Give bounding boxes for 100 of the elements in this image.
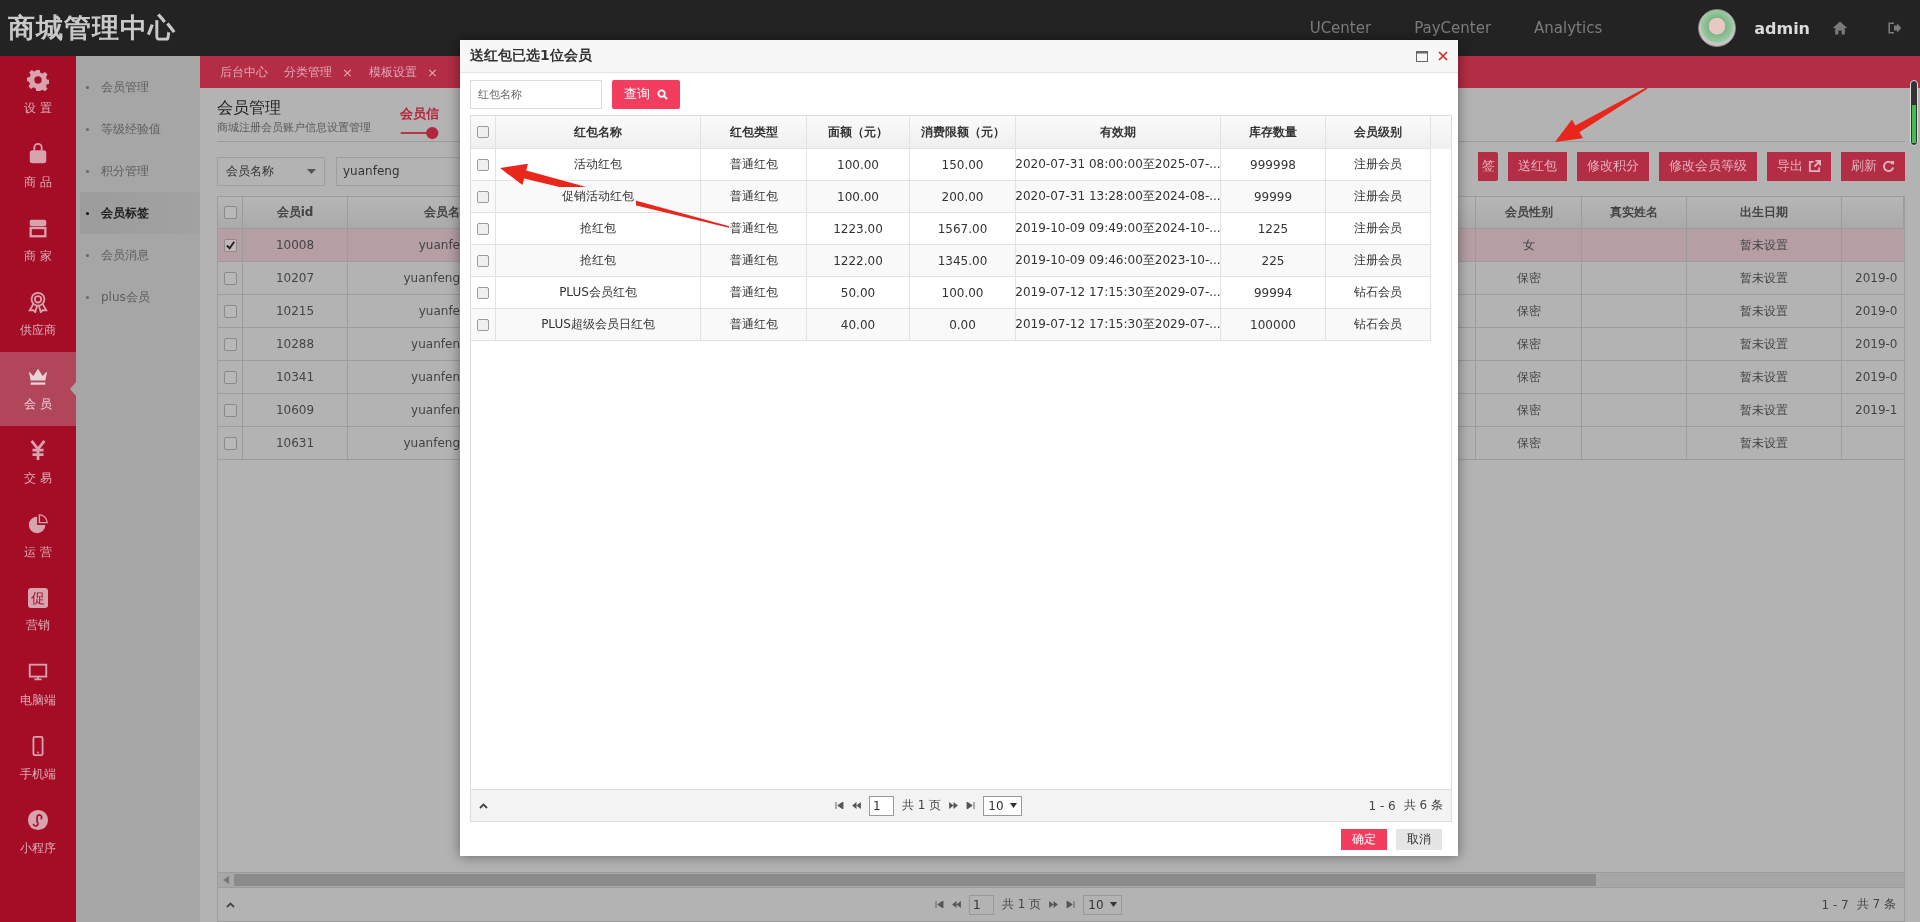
- page-tab[interactable]: 后台中心: [220, 63, 268, 81]
- shopping-bag-icon: [27, 143, 49, 165]
- page-size-select[interactable]: 10: [1083, 894, 1122, 915]
- dialog-button[interactable]: 取消: [1396, 828, 1442, 850]
- table-cell: 200.00: [910, 181, 1016, 213]
- page-tab[interactable]: 分类管理: [284, 63, 332, 81]
- checkbox[interactable]: [477, 286, 489, 299]
- checkbox[interactable]: [477, 254, 489, 267]
- monitor-icon: [27, 661, 49, 683]
- rail-item[interactable]: 小程序: [0, 796, 76, 870]
- refresh-icon: [1882, 159, 1895, 173]
- checkbox[interactable]: [223, 238, 237, 252]
- record-total: 共 7 条: [1856, 896, 1896, 913]
- checkbox[interactable]: [477, 158, 489, 171]
- table-cell: 1345.00: [910, 245, 1016, 277]
- last-page-icon[interactable]: [966, 802, 976, 809]
- checkbox[interactable]: [223, 403, 237, 417]
- submenu-item[interactable]: 会员消息: [80, 234, 200, 276]
- promo-badge-icon: 促: [28, 588, 48, 608]
- record-total: 共 6 条: [1403, 797, 1443, 814]
- rail-item[interactable]: 商 家: [0, 204, 76, 278]
- checkbox[interactable]: [223, 271, 237, 285]
- close-icon[interactable]: [1438, 51, 1448, 61]
- user-name[interactable]: admin: [1754, 18, 1810, 38]
- table-cell: 10008: [243, 229, 348, 261]
- rail-label: 电脑端: [20, 692, 56, 709]
- external-link-icon: [1808, 159, 1821, 173]
- search-button[interactable]: 查询: [612, 79, 680, 109]
- checkbox[interactable]: [477, 190, 489, 203]
- scroll-left-icon[interactable]: [223, 876, 229, 884]
- search-field[interactable]: 红包名称: [470, 79, 602, 109]
- logout-icon[interactable]: [1886, 20, 1902, 36]
- close-icon[interactable]: ×: [426, 64, 438, 80]
- gear-icon: [27, 69, 49, 91]
- nav-link[interactable]: PayCenter: [1414, 19, 1492, 37]
- next-page-icon[interactable]: [949, 802, 959, 809]
- rail-item[interactable]: 运 营: [0, 500, 76, 574]
- pie-chart-icon: [27, 513, 49, 535]
- action-button[interactable]: 刷新: [1841, 151, 1905, 181]
- submenu-item[interactable]: 等级经验值: [80, 108, 200, 150]
- checkbox[interactable]: [477, 318, 489, 331]
- page-input[interactable]: 1: [869, 795, 894, 816]
- award-icon: [27, 291, 49, 313]
- last-page-icon[interactable]: [1066, 901, 1076, 908]
- rail-item[interactable]: 交 易: [0, 426, 76, 500]
- nav-link[interactable]: Analytics: [1534, 19, 1603, 37]
- table-cell: 10631: [243, 427, 348, 459]
- dialog-button[interactable]: 确定: [1341, 828, 1387, 850]
- rail-item[interactable]: 手机端: [0, 722, 76, 796]
- nav-link[interactable]: UCenter: [1309, 19, 1372, 37]
- page-count: 共 1 页: [1002, 896, 1042, 913]
- table-row[interactable]: 抢红包 普通红包 1222.00 1345.00 2019-10-09 09:46:00至2023-10-... 225 注册会员: [471, 245, 1431, 277]
- checkbox[interactable]: [477, 222, 489, 235]
- table-cell: 保密: [1476, 295, 1582, 327]
- checkbox[interactable]: [223, 337, 237, 351]
- rail-item[interactable]: 促 营销: [0, 574, 76, 648]
- first-page-icon[interactable]: [835, 802, 844, 809]
- checkbox[interactable]: [223, 304, 237, 318]
- checkbox[interactable]: [477, 126, 489, 138]
- checkbox[interactable]: [223, 436, 237, 450]
- table-row[interactable]: PLUS超级会员日红包 普通红包 40.00 0.00 2019-07-12 17:15:30至2029-07-... 100000 钻石会员: [471, 309, 1431, 341]
- rail-item[interactable]: 电脑端: [0, 648, 76, 722]
- submenu-item[interactable]: 会员标签: [80, 192, 200, 234]
- first-page-icon[interactable]: [935, 901, 944, 908]
- rail-item[interactable]: 供应商: [0, 278, 76, 352]
- action-button[interactable]: 修改会员等级: [1659, 151, 1757, 181]
- home-icon[interactable]: [1832, 20, 1848, 36]
- action-button[interactable]: 修改积分: [1577, 151, 1649, 181]
- submenu-item[interactable]: plus会员: [80, 276, 200, 318]
- page-tab[interactable]: 模板设置: [368, 63, 417, 81]
- table-cell: 2019-0: [1855, 271, 1898, 285]
- chevron-up-icon[interactable]: [226, 901, 235, 908]
- column-header: 消费限额（元）: [910, 116, 1016, 149]
- table-cell: 注册会员: [1326, 181, 1431, 213]
- next-page-icon[interactable]: [1049, 901, 1059, 908]
- page-size-select[interactable]: 10: [983, 795, 1022, 816]
- rail-item[interactable]: 商 品: [0, 130, 76, 204]
- previous-page-icon[interactable]: [852, 802, 861, 809]
- horizontal-scrollbar[interactable]: [217, 872, 1905, 888]
- table-cell: 0.00: [910, 309, 1016, 341]
- checkbox[interactable]: [223, 206, 237, 219]
- table-cell: 暂未设置: [1687, 394, 1842, 426]
- page-input[interactable]: 1: [969, 894, 994, 915]
- step-label[interactable]: 会员信: [400, 105, 440, 123]
- submenu-item[interactable]: 会员管理: [80, 66, 200, 108]
- previous-page-icon[interactable]: [952, 901, 961, 908]
- action-button[interactable]: 送红包: [1508, 151, 1567, 181]
- avatar[interactable]: [1698, 9, 1737, 47]
- action-button[interactable]: 签: [1478, 151, 1498, 181]
- action-button[interactable]: 导出: [1767, 151, 1831, 181]
- checkbox[interactable]: [223, 370, 237, 384]
- rail-item[interactable]: 设 置: [0, 56, 76, 130]
- table-cell: 2019-1: [1855, 403, 1898, 417]
- submenu-item[interactable]: 积分管理: [80, 150, 200, 192]
- close-icon[interactable]: ×: [342, 64, 353, 80]
- field-select[interactable]: 会员名称: [217, 156, 325, 186]
- chevron-up-icon[interactable]: [479, 802, 488, 809]
- rail-item[interactable]: 会 员: [0, 352, 76, 426]
- maximize-icon[interactable]: [1416, 50, 1428, 62]
- table-row[interactable]: 促销活动红包 普通红包 100.00 200.00 2020-07-31 13:28:00至2024-08-... 99999 注册会员: [471, 181, 1431, 213]
